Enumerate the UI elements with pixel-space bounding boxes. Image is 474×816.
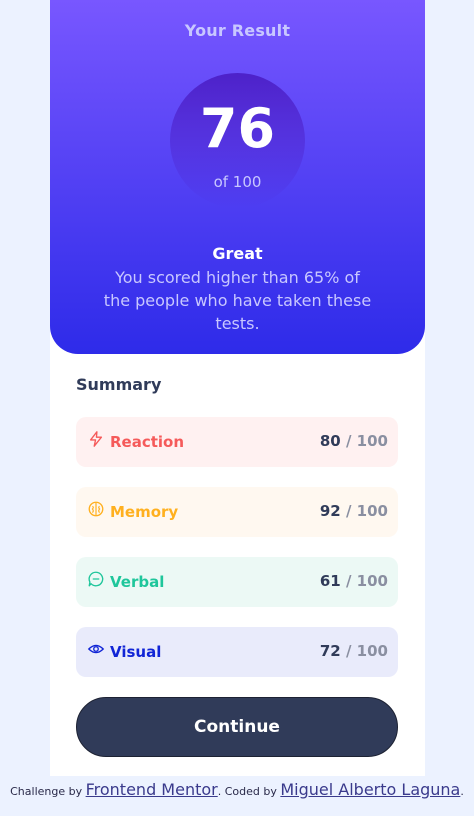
author-link[interactable]: Miguel Alberto Laguna: [280, 780, 460, 799]
results-card: Your Result 76 of 100 Great You scored h…: [50, 0, 425, 776]
summary-label: Reaction: [110, 433, 185, 451]
summary-label: Visual: [110, 643, 162, 661]
summary-label: Verbal: [110, 573, 165, 591]
coded-prefix: . Coded by: [217, 785, 277, 798]
summary-row-memory: Memory 92 / 100: [76, 487, 398, 537]
footer-suffix: .: [460, 785, 464, 798]
summary-title: Summary: [76, 375, 162, 394]
summary-row-verbal: Verbal 61 / 100: [76, 557, 398, 607]
summary-score: 61 / 100: [319, 572, 388, 590]
result-title: Your Result: [184, 21, 291, 40]
brain-icon: [88, 501, 104, 517]
lightning-icon: [89, 431, 103, 447]
summary-score: 80 / 100: [319, 432, 388, 450]
score-value: 76: [199, 97, 276, 160]
chat-bubble-icon: [88, 571, 104, 587]
attribution-footer: Challenge by Frontend Mentor. Coded by M…: [0, 780, 474, 799]
summary-score: 72 / 100: [319, 642, 388, 660]
frontend-mentor-link[interactable]: Frontend Mentor: [86, 780, 218, 799]
challenge-prefix: Challenge by: [10, 785, 83, 798]
summary-label: Memory: [110, 503, 179, 521]
summary-row-reaction: Reaction 80 / 100: [76, 417, 398, 467]
score-out-of: of 100: [213, 173, 262, 191]
score-circle: 76 of 100: [170, 73, 305, 208]
summary-row-visual: Visual 72 / 100: [76, 627, 398, 677]
result-description: You scored higher than 65% of the people…: [103, 268, 372, 333]
summary-score: 92 / 100: [319, 502, 388, 520]
result-panel: Your Result 76 of 100 Great You scored h…: [50, 0, 425, 354]
continue-button[interactable]: Continue: [76, 697, 398, 757]
eye-icon: [87, 644, 105, 654]
rating-label: Great: [212, 244, 263, 263]
